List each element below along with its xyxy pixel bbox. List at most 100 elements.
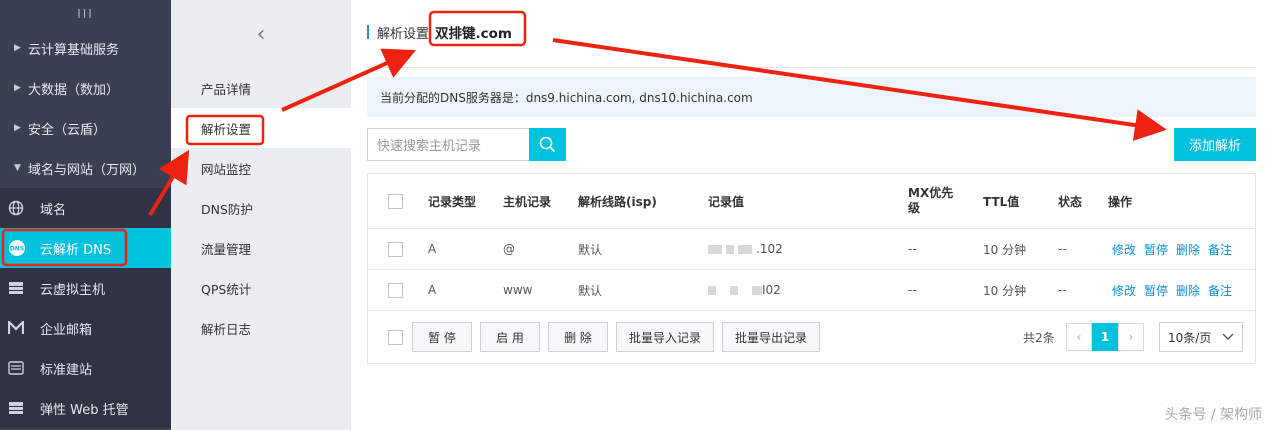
main-content: 解析设置 双排键.com 当前分配的DNS服务器是：dns9.hichina.c…	[351, 0, 1270, 430]
browser-icon	[8, 361, 40, 375]
pause-link[interactable]: 暂停	[1144, 241, 1168, 258]
cell-type: A	[428, 283, 437, 297]
next-page-icon[interactable]: ›	[1118, 323, 1144, 351]
bulk-delete-button[interactable]: 删 除	[548, 322, 608, 352]
search-button[interactable]	[529, 128, 566, 161]
footer-select-all-checkbox[interactable]	[388, 329, 403, 345]
add-record-button[interactable]: 添加解析	[1174, 128, 1256, 161]
nav-item-virtual-host[interactable]: 云虚拟主机	[0, 268, 171, 308]
watermark: 头条号 / 架构师	[1164, 407, 1262, 423]
main-nav: III ▶ 云计算基础服务 ▶ 大数据（数加） ▶ 安全（云盾） ▼ 域名与网站…	[0, 0, 171, 430]
pause-link[interactable]: 暂停	[1144, 282, 1168, 299]
delete-link[interactable]: 删除	[1176, 241, 1200, 258]
col-value: 记录值	[708, 194, 745, 209]
nav-group-label: 安全（云盾）	[28, 122, 107, 138]
search-icon	[539, 136, 556, 153]
col-type: 记录类型	[428, 194, 477, 209]
nav-item-label: 域名	[40, 202, 67, 218]
col-line: 解析线路(isp)	[578, 194, 657, 209]
nav-group-domain-web[interactable]: ▼ 域名与网站（万网）	[0, 148, 171, 188]
nav-item-site-builder[interactable]: 标准建站	[0, 348, 171, 388]
delete-link[interactable]: 删除	[1176, 282, 1200, 299]
select-all-checkbox[interactable]	[388, 193, 403, 209]
nav-group-label: 云计算基础服务	[28, 42, 120, 58]
masked-value	[752, 285, 762, 295]
page-size-select[interactable]: 10条/页	[1159, 322, 1243, 352]
cell-actions: 修改 暂停 删除 备注	[1112, 229, 1240, 269]
cell-value: .102	[708, 229, 783, 269]
bulk-pause-button[interactable]: 暂 停	[412, 322, 472, 352]
cell-status: --	[1058, 283, 1067, 297]
masked-value	[738, 244, 752, 254]
breadcrumb: 解析设置 双排键.com	[367, 22, 512, 42]
cell-value: I02	[708, 270, 781, 310]
nav-group-cloud-basic[interactable]: ▶ 云计算基础服务	[0, 28, 171, 68]
server-icon	[8, 400, 40, 416]
cell-line: 默认	[578, 242, 603, 257]
remark-link[interactable]: 备注	[1208, 282, 1232, 299]
col-ttl: TTL值	[983, 194, 1020, 209]
nav-item-web-hosting[interactable]: 弹性 Web 托管	[0, 388, 171, 428]
page-current[interactable]: 1	[1092, 323, 1118, 351]
total-count: 共2条	[1023, 330, 1055, 345]
sidebar-item-product-detail[interactable]: 产品详情	[171, 68, 351, 108]
masked-value	[708, 285, 716, 295]
masked-value	[726, 244, 734, 254]
collapse-back-icon[interactable]: ‹	[171, 0, 351, 68]
cell-ttl: 10 分钟	[983, 242, 1027, 257]
col-mx: MX优先级	[908, 186, 954, 215]
nav-group-bigdata[interactable]: ▶ 大数据（数加）	[0, 68, 171, 108]
bulk-import-button[interactable]: 批量导入记录	[616, 322, 714, 352]
caret-right-icon: ▶	[14, 43, 21, 53]
nav-group-label: 域名与网站（万网）	[28, 162, 146, 178]
svg-text:DNS: DNS	[10, 246, 24, 253]
edit-link[interactable]: 修改	[1112, 241, 1136, 258]
nav-item-enterprise-mail[interactable]: 企业邮箱	[0, 308, 171, 348]
chevron-down-icon	[1222, 333, 1234, 340]
nav-group-label: 大数据（数加）	[28, 82, 120, 98]
globe-icon	[8, 200, 40, 216]
sidebar-item-dns-protection[interactable]: DNS防护	[171, 188, 351, 228]
caret-right-icon: ▶	[14, 83, 21, 93]
nav-item-domain[interactable]: 域名	[0, 188, 171, 228]
row-checkbox[interactable]	[388, 241, 403, 257]
cell-mx: --	[908, 283, 917, 297]
nav-toggle-icon[interactable]: III	[0, 0, 171, 28]
nav-item-cloud-dns[interactable]: DNS 云解析 DNS	[0, 228, 171, 268]
footer-checkbox-cell	[388, 311, 403, 363]
sidebar-item-dns-settings[interactable]: 解析设置	[171, 108, 351, 148]
app: III ▶ 云计算基础服务 ▶ 大数据（数加） ▶ 安全（云盾） ▼ 域名与网站…	[0, 0, 1270, 430]
prev-page-icon[interactable]: ‹	[1066, 323, 1092, 351]
sidebar-item-qps[interactable]: QPS统计	[171, 268, 351, 308]
cell-type: A	[428, 242, 437, 256]
sidebar-item-site-monitor[interactable]: 网站监控	[171, 148, 351, 188]
table-row: A www 默认 I02 -- 10 分钟 -- 修改 暂停 删除 备注	[368, 270, 1255, 311]
sidebar-item-dns-log[interactable]: 解析日志	[171, 308, 351, 348]
nav-item-label: 云虚拟主机	[40, 282, 106, 298]
dns-icon: DNS	[8, 239, 40, 257]
bulk-export-button[interactable]: 批量导出记录	[722, 322, 820, 352]
cell-value-text: I02	[762, 283, 781, 297]
bulk-enable-button[interactable]: 启 用	[480, 322, 540, 352]
sidebar-item-traffic[interactable]: 流量管理	[171, 228, 351, 268]
search-input[interactable]: 快速搜索主机记录	[367, 128, 529, 161]
col-host: 主机记录	[503, 194, 552, 209]
cell-status: --	[1058, 242, 1067, 256]
table-row: A @ 默认 .102 -- 10 分钟 -- 修改 暂停 删除 备注	[368, 229, 1255, 270]
masked-value	[708, 244, 722, 254]
dns-server-notice: 当前分配的DNS服务器是：dns9.hichina.com, dns10.hic…	[367, 77, 1256, 117]
col-status: 状态	[1058, 194, 1083, 209]
table-header: 记录类型 主机记录 解析线路(isp) 记录值 MX优先级 TTL值 状态 操作	[368, 174, 1255, 229]
col-actions: 操作	[1108, 194, 1133, 209]
row-checkbox[interactable]	[388, 282, 403, 298]
cell-host: @	[503, 242, 515, 256]
mail-m-icon	[8, 321, 40, 335]
remark-link[interactable]: 备注	[1208, 241, 1232, 258]
divider	[367, 67, 1256, 68]
row-checkbox-cell	[388, 229, 403, 269]
select-all-cell	[388, 174, 403, 228]
server-icon	[8, 280, 40, 296]
nav-group-security[interactable]: ▶ 安全（云盾）	[0, 108, 171, 148]
cell-ttl: 10 分钟	[983, 283, 1027, 298]
edit-link[interactable]: 修改	[1112, 282, 1136, 299]
